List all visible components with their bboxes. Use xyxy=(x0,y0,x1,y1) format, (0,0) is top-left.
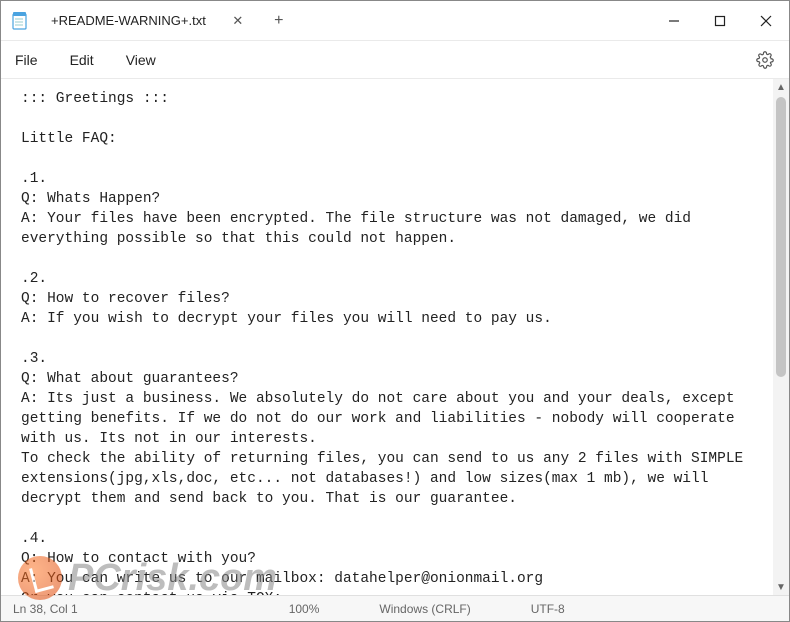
scroll-up-icon[interactable]: ▲ xyxy=(773,79,789,95)
window-controls xyxy=(651,1,789,41)
minimize-button[interactable] xyxy=(651,1,697,41)
tab-title: +README-WARNING+.txt xyxy=(51,13,206,28)
tab-close-icon[interactable]: ✕ xyxy=(230,13,246,29)
content-area: ::: Greetings ::: Little FAQ: .1. Q: Wha… xyxy=(1,79,789,595)
new-tab-button[interactable]: + xyxy=(264,6,294,36)
notepad-app-icon xyxy=(11,11,29,31)
status-encoding: UTF-8 xyxy=(531,602,565,616)
scroll-down-icon[interactable]: ▼ xyxy=(773,579,789,595)
status-line-ending: Windows (CRLF) xyxy=(379,602,470,616)
status-zoom[interactable]: 100% xyxy=(289,602,320,616)
titlebar: +README-WARNING+.txt ✕ + xyxy=(1,1,789,41)
scrollbar-thumb[interactable] xyxy=(776,97,786,377)
maximize-button[interactable] xyxy=(697,1,743,41)
close-button[interactable] xyxy=(743,1,789,41)
text-editor[interactable]: ::: Greetings ::: Little FAQ: .1. Q: Wha… xyxy=(1,79,773,595)
menu-edit[interactable]: Edit xyxy=(70,52,94,68)
menubar: File Edit View xyxy=(1,41,789,79)
vertical-scrollbar[interactable]: ▲ ▼ xyxy=(773,79,789,595)
status-cursor-position: Ln 38, Col 1 xyxy=(13,602,78,616)
settings-gear-icon[interactable] xyxy=(755,50,775,70)
statusbar: Ln 38, Col 1 100% Windows (CRLF) UTF-8 xyxy=(1,595,789,621)
document-tab[interactable]: +README-WARNING+.txt ✕ xyxy=(41,5,256,37)
notepad-window: +README-WARNING+.txt ✕ + File Edit View … xyxy=(0,0,790,622)
menu-file[interactable]: File xyxy=(15,52,38,68)
menu-view[interactable]: View xyxy=(126,52,156,68)
